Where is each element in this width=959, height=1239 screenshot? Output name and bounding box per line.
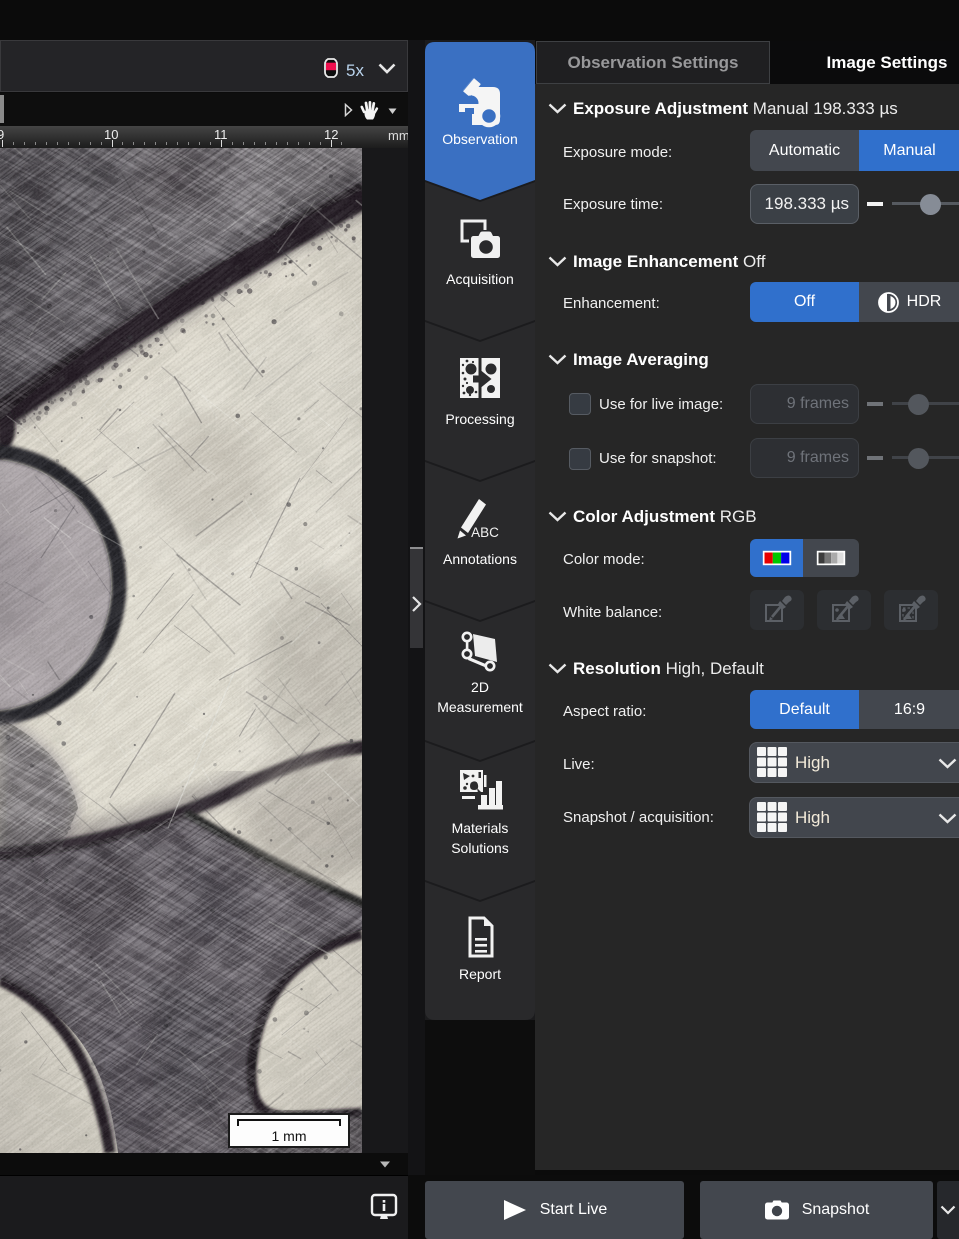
svg-text:Processing: Processing [445,411,514,427]
svg-text:Measurement: Measurement [437,699,523,715]
svg-text:ABC: ABC [471,525,499,540]
svg-text:Report: Report [459,966,501,982]
svg-text:Observation: Observation [442,131,517,147]
svg-text:Acquisition: Acquisition [446,271,514,287]
svg-text:2D: 2D [471,679,489,695]
svg-text:Annotations: Annotations [443,551,517,567]
svg-text:Materials: Materials [452,820,509,836]
svg-text:Solutions: Solutions [451,840,509,856]
svg-text:1 mm: 1 mm [272,1128,307,1144]
